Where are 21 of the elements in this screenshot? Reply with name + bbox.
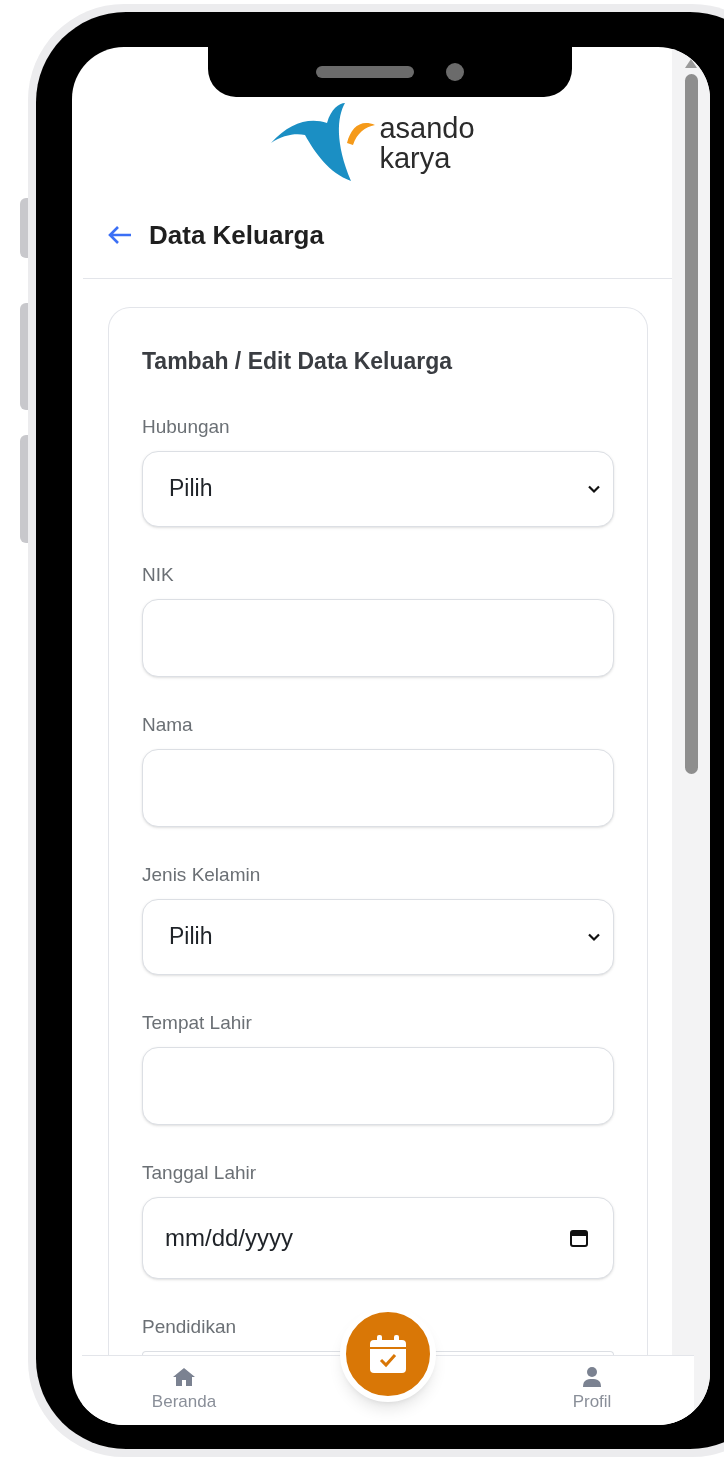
date-field[interactable]: mm/dd/yyyy (142, 1196, 614, 1279)
user-icon (583, 1366, 601, 1387)
field-label: Nama (142, 712, 194, 737)
scroll-up-icon (685, 59, 697, 68)
field-label: Pendidikan (142, 1314, 238, 1339)
field-label: Hubungan (142, 414, 231, 439)
back-arrow-icon[interactable] (107, 225, 133, 245)
field-label: NIK (142, 562, 175, 587)
calendar-icon (569, 1227, 589, 1248)
form-title: Tambah / Edit Data Keluarga (142, 347, 454, 376)
field-label: Tempat Lahir (142, 1010, 253, 1035)
logo-text: karya (379, 142, 452, 173)
logo-text: asando (379, 112, 475, 143)
calendar-check-icon (370, 1334, 406, 1373)
field-label: Jenis Kelamin (142, 862, 262, 887)
select-field[interactable]: Pilih (142, 898, 614, 975)
select-field[interactable]: Pilih (142, 450, 614, 527)
field-label: Tanggal Lahir (142, 1160, 258, 1185)
scrollbar-thumb[interactable] (684, 74, 698, 774)
home-icon (172, 1366, 196, 1387)
page-title: Data Keluarga (149, 218, 324, 252)
